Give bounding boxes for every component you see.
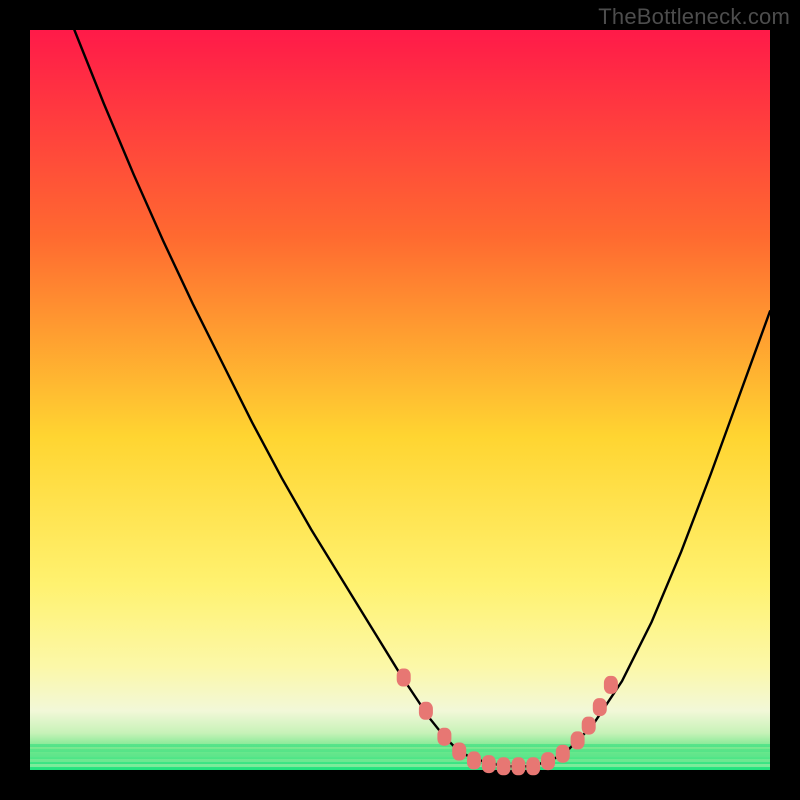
curve-marker	[397, 669, 411, 687]
curve-marker	[541, 752, 555, 770]
bottleneck-chart	[0, 0, 800, 800]
curve-marker	[604, 676, 618, 694]
curve-marker	[511, 757, 525, 775]
curve-marker	[452, 743, 466, 761]
watermark-text: TheBottleneck.com	[598, 4, 790, 30]
green-band	[30, 749, 770, 752]
curve-marker	[437, 728, 451, 746]
curve-marker	[467, 751, 481, 769]
curve-marker	[482, 755, 496, 773]
curve-marker	[419, 702, 433, 720]
green-band	[30, 754, 770, 757]
curve-marker	[497, 757, 511, 775]
green-band	[30, 744, 770, 747]
curve-marker	[593, 698, 607, 716]
plot-background	[30, 30, 770, 770]
chart-frame: TheBottleneck.com	[0, 0, 800, 800]
curve-marker	[556, 745, 570, 763]
curve-marker	[526, 757, 540, 775]
curve-marker	[571, 731, 585, 749]
curve-marker	[582, 717, 596, 735]
green-band	[30, 759, 770, 762]
green-band	[30, 764, 770, 767]
